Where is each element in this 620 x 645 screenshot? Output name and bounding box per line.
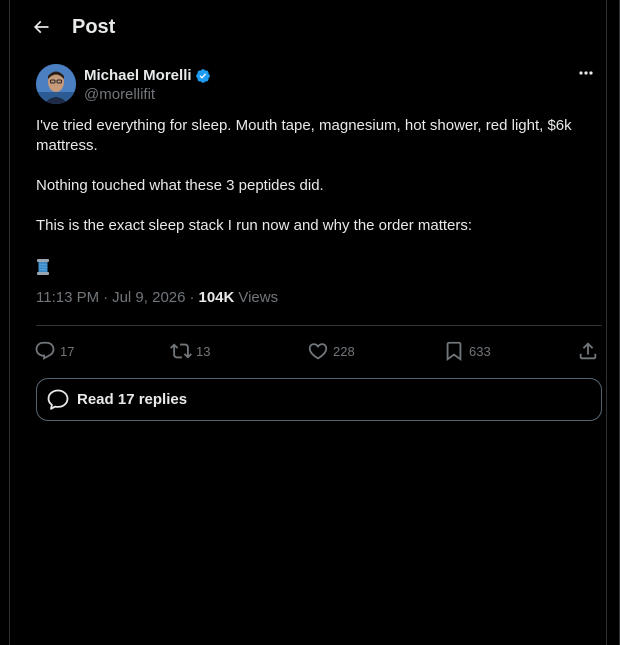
reply-icon (35, 341, 55, 360)
more-dots-icon (579, 71, 593, 75)
post-time[interactable]: 11:13 PM (36, 289, 99, 306)
reply-count: 17 (60, 343, 75, 359)
share-button[interactable] (577, 340, 599, 362)
post-paragraph: I've tried everything for sleep. Mouth t… (36, 117, 572, 154)
meta-separator: · (103, 289, 109, 306)
post-meta: 11:13 PM · Jul 9, 2026 · 104K Views (36, 289, 278, 306)
bookmark-button[interactable]: 633 (443, 340, 491, 362)
like-count: 228 (333, 343, 355, 359)
page-title: Post (72, 15, 116, 38)
verified-badge-icon (195, 68, 211, 84)
meta-separator: · (189, 289, 195, 306)
post-paragraph: This is the exact sleep stack I run now … (36, 217, 473, 234)
heart-icon (308, 343, 328, 360)
post-column: Post Michael Morelli @morellifit I've tr… (9, 0, 607, 645)
read-replies-button[interactable]: Read 17 replies (36, 378, 602, 421)
share-icon (579, 342, 597, 360)
thread-spool-icon (37, 259, 49, 275)
bookmark-count: 633 (469, 343, 491, 359)
author-block: Michael Morelli @morellifit (36, 64, 211, 104)
repost-button[interactable]: 13 (170, 340, 210, 362)
views-count: 104K (198, 289, 235, 306)
more-options-button[interactable] (572, 62, 600, 84)
action-bar: 17 13 228 633 (34, 340, 600, 364)
read-replies-label: Read 17 replies (77, 391, 188, 408)
post-paragraph: Nothing touched what these 3 peptides di… (36, 177, 324, 194)
post-header: Post (26, 10, 115, 44)
avatar-image (36, 64, 76, 104)
author-handle[interactable]: @morellifit (84, 86, 211, 103)
like-button[interactable]: 228 (307, 340, 355, 362)
back-button[interactable] (24, 10, 58, 44)
repost-icon (170, 343, 192, 359)
avatar[interactable] (36, 64, 76, 104)
name-row: Michael Morelli (84, 66, 211, 85)
repost-count: 13 (196, 343, 211, 359)
post-text: I've tried everything for sleep. Mouth t… (36, 116, 602, 256)
speech-bubble-icon (47, 389, 69, 410)
post-date[interactable]: Jul 9, 2026 (112, 289, 185, 306)
divider (36, 325, 602, 326)
bookmark-icon (446, 341, 462, 362)
display-name[interactable]: Michael Morelli (84, 67, 192, 84)
reply-button[interactable]: 17 (34, 340, 74, 362)
arrow-left-icon (33, 20, 49, 34)
author-text: Michael Morelli @morellifit (84, 66, 211, 103)
views-label: Views (238, 289, 279, 306)
